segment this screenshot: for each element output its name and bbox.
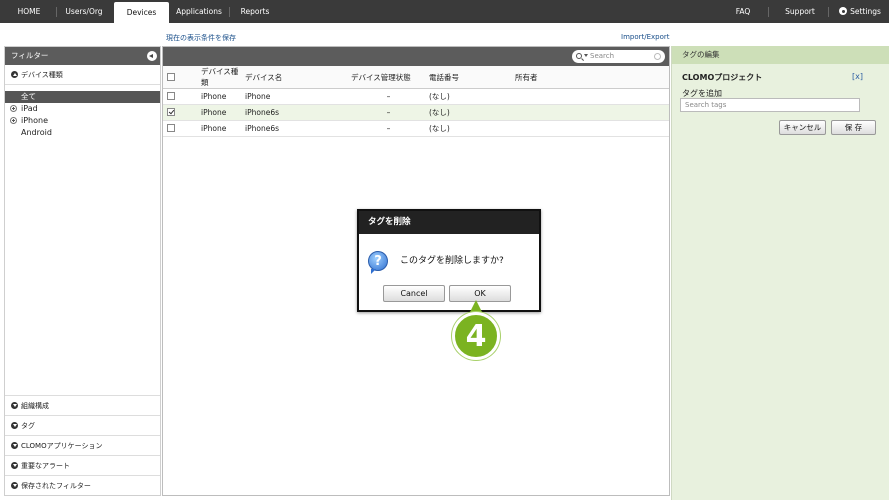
cell-status: – — [351, 88, 426, 105]
dialog-cancel-button[interactable]: Cancel — [383, 285, 445, 302]
cell-name: iPhone6s — [245, 120, 351, 137]
col-device-status[interactable]: デバイス管理状態 — [351, 66, 426, 89]
filter-header: フィルター — [5, 47, 160, 65]
tag-project-name: CLOMOプロジェクト — [682, 73, 763, 82]
search-placeholder: Search — [590, 52, 615, 60]
search-icon — [576, 53, 582, 59]
cancel-button[interactable]: キャンセル — [779, 120, 826, 135]
question-icon: ? — [368, 251, 388, 274]
device-type-tree: 全て iPad iPhone Android — [5, 85, 160, 139]
save-view-link[interactable]: 現在の表示条件を保存 — [166, 33, 236, 43]
section-clomo-apps[interactable]: CLOMOアプリケーション — [5, 435, 160, 455]
cell-status: – — [351, 104, 426, 121]
expand-icon[interactable] — [10, 117, 17, 124]
faq-link[interactable]: FAQ — [728, 0, 758, 23]
filter-title: フィルター — [11, 51, 49, 60]
col-device-type[interactable]: デバイス種類 — [191, 66, 245, 89]
clear-icon[interactable] — [654, 53, 661, 60]
chevron-down-icon — [11, 422, 18, 429]
device-table: デバイス種類 デバイス名 デバイス管理状態 電話番号 所有者 iPhone iP… — [163, 66, 669, 137]
section-org[interactable]: 組織構成 — [5, 395, 160, 415]
support-link[interactable]: Support — [778, 0, 822, 23]
section-alerts[interactable]: 重要なアラート — [5, 455, 160, 475]
cell-type: iPhone — [191, 88, 245, 105]
tag-search-input[interactable]: Search tags — [680, 98, 860, 112]
tree-item-all[interactable]: 全て — [5, 91, 160, 103]
tab-users-org[interactable]: Users/Org — [58, 0, 110, 23]
cell-owner — [515, 88, 669, 105]
tab-devices[interactable]: Devices — [114, 2, 169, 23]
row-checkbox[interactable] — [167, 108, 175, 116]
row-checkbox[interactable] — [167, 92, 175, 100]
nav-divider — [229, 7, 230, 17]
cell-phone: (なし) — [426, 104, 515, 121]
section-label: 重要なアラート — [21, 462, 70, 470]
cell-phone: (なし) — [426, 88, 515, 105]
cell-type: iPhone — [191, 104, 245, 121]
filter-sidebar: フィルター デバイス種類 全て iPad iPhone Android 組織構成… — [4, 46, 161, 496]
tree-item-ipad[interactable]: iPad — [5, 103, 160, 115]
table-row[interactable]: iPhone iPhone6s – (なし) — [163, 104, 669, 121]
col-owner[interactable]: 所有者 — [515, 66, 669, 89]
row-checkbox[interactable] — [167, 124, 175, 132]
chevron-down-icon[interactable] — [584, 54, 588, 57]
filter-bottom-sections: 組織構成 タグ CLOMOアプリケーション 重要なアラート 保存されたフィルター — [5, 395, 160, 495]
section-tags[interactable]: タグ — [5, 415, 160, 435]
section-label: CLOMOアプリケーション — [21, 442, 103, 450]
step-badge: 4 — [452, 312, 500, 360]
nav-divider — [768, 7, 769, 17]
tab-applications[interactable]: Applications — [171, 0, 227, 23]
import-export-link[interactable]: Import/Export — [621, 33, 670, 41]
chevron-up-icon — [11, 71, 18, 78]
list-toolbar: Search — [163, 47, 669, 66]
col-phone[interactable]: 電話番号 — [426, 66, 515, 89]
expand-icon[interactable] — [10, 105, 17, 112]
cell-status: – — [351, 120, 426, 137]
table-header-row: デバイス種類 デバイス名 デバイス管理状態 電話番号 所有者 — [163, 66, 669, 89]
tree-item-iphone[interactable]: iPhone — [5, 115, 160, 127]
remove-tag-link[interactable]: [x] — [852, 72, 863, 81]
section-label: 保存されたフィルター — [21, 482, 91, 490]
cell-type: iPhone — [191, 120, 245, 137]
collapse-left-icon[interactable] — [147, 51, 157, 61]
table-row[interactable]: iPhone iPhone – (なし) — [163, 88, 669, 105]
chevron-down-icon — [11, 462, 18, 469]
search-input[interactable]: Search — [572, 50, 665, 63]
col-device-name[interactable]: デバイス名 — [245, 66, 351, 89]
cell-owner — [515, 104, 669, 121]
cell-name: iPhone6s — [245, 104, 351, 121]
section-device-type-label: デバイス種類 — [21, 71, 63, 79]
tab-home[interactable]: HOME — [6, 0, 52, 23]
section-label: 組織構成 — [21, 402, 49, 410]
cell-owner — [515, 120, 669, 137]
cell-name: iPhone — [245, 88, 351, 105]
dialog-message: このタグを削除しますか? — [400, 256, 504, 266]
tag-edit-panel: タグの編集 CLOMOプロジェクト [x] タグを追加 Search tags … — [671, 46, 889, 500]
table-row[interactable]: iPhone iPhone6s – (なし) — [163, 120, 669, 137]
nav-divider — [56, 7, 57, 17]
dialog-title: タグを削除 — [359, 211, 539, 234]
tag-edit-title: タグの編集 — [672, 46, 889, 64]
tree-item-label: iPhone — [21, 116, 49, 125]
save-button[interactable]: 保 存 — [831, 120, 876, 135]
cell-phone: (なし) — [426, 120, 515, 137]
select-all-checkbox[interactable] — [167, 72, 175, 81]
top-nav: HOME Users/Org Devices Applications Repo… — [0, 0, 889, 23]
section-saved-filters[interactable]: 保存されたフィルター — [5, 475, 160, 495]
tree-item-label: iPad — [21, 104, 38, 113]
nav-divider — [828, 7, 829, 17]
section-device-type[interactable]: デバイス種類 — [5, 65, 160, 85]
chevron-down-icon — [11, 442, 18, 449]
gear-icon — [839, 7, 848, 15]
settings-link[interactable]: Settings — [834, 0, 886, 23]
settings-label: Settings — [850, 7, 881, 16]
tab-reports[interactable]: Reports — [233, 0, 277, 23]
chevron-down-icon — [11, 482, 18, 489]
section-label: タグ — [21, 422, 35, 430]
delete-tag-dialog: タグを削除 ? このタグを削除しますか? Cancel OK — [357, 209, 541, 312]
chevron-down-icon — [11, 402, 18, 409]
tree-item-android[interactable]: Android — [5, 127, 160, 139]
